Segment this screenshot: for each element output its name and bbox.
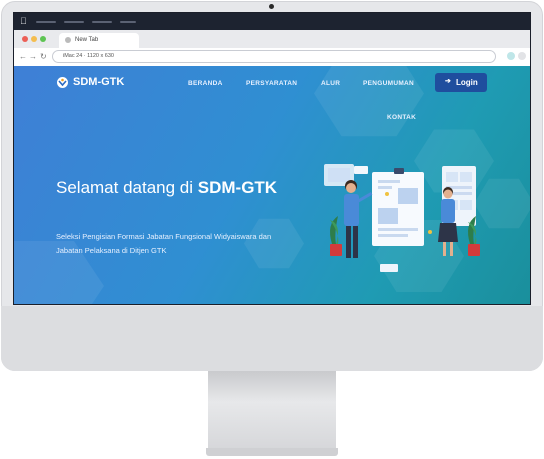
imac-stand-foot [206, 448, 338, 456]
url-bar[interactable]: iMac 24 · 1120 x 630 [52, 50, 496, 63]
browser-tab[interactable]: New Tab [59, 33, 139, 48]
logo-icon [57, 77, 68, 88]
camera-icon [269, 4, 274, 9]
nav-kontak[interactable]: KONTAK [387, 114, 416, 121]
nav-beranda[interactable]: BERANDA [188, 80, 223, 87]
browser-tabbar: New Tab [14, 30, 530, 48]
hero-illustration [324, 164, 480, 272]
nav-pengumuman[interactable]: PENGUMUMAN [363, 80, 414, 87]
back-icon[interactable]: ← [19, 52, 27, 61]
menu-item-placeholder[interactable] [92, 21, 112, 23]
forward-icon[interactable]: → [29, 52, 37, 61]
logo-text: SDM-GTK [73, 76, 125, 88]
imac-stand [208, 371, 336, 449]
mac-menubar:  [14, 13, 530, 30]
login-icon: ➔ [445, 78, 451, 85]
tab-title: New Tab [75, 37, 99, 43]
maximize-window-button[interactable] [40, 36, 46, 42]
profile-icon[interactable] [518, 52, 526, 60]
login-label: Login [456, 78, 478, 87]
menu-item-placeholder[interactable] [36, 21, 56, 23]
url-text: iMac 24 · 1120 x 630 [63, 53, 114, 59]
login-button[interactable]: ➔ Login [435, 73, 487, 92]
globe-icon [65, 37, 71, 43]
website-viewport: SDM-GTK BERANDA PERSYARATAN ALUR PENGUMU… [14, 66, 530, 304]
close-window-button[interactable] [22, 36, 28, 42]
nav-persyaratan[interactable]: PERSYARATAN [246, 80, 297, 87]
menu-item-placeholder[interactable] [64, 21, 84, 23]
apple-icon[interactable]:  [20, 16, 27, 26]
hero-title: Selamat datang di SDM-GTK [56, 176, 296, 200]
nav-alur[interactable]: ALUR [321, 80, 340, 87]
reload-icon[interactable]: ↻ [40, 52, 47, 61]
extension-icon[interactable] [507, 52, 515, 60]
hero-title-regular: Selamat datang di [56, 178, 198, 197]
browser-toolbar: ← → ↻ iMac 24 · 1120 x 630 [14, 48, 530, 67]
menu-item-placeholder[interactable] [120, 21, 136, 23]
hero-title-bold: SDM-GTK [197, 178, 278, 197]
minimize-window-button[interactable] [31, 36, 37, 42]
imac-chin [1, 306, 543, 371]
hero-subtitle: Seleksi Pengisian Formasi Jabatan Fungsi… [56, 232, 272, 255]
